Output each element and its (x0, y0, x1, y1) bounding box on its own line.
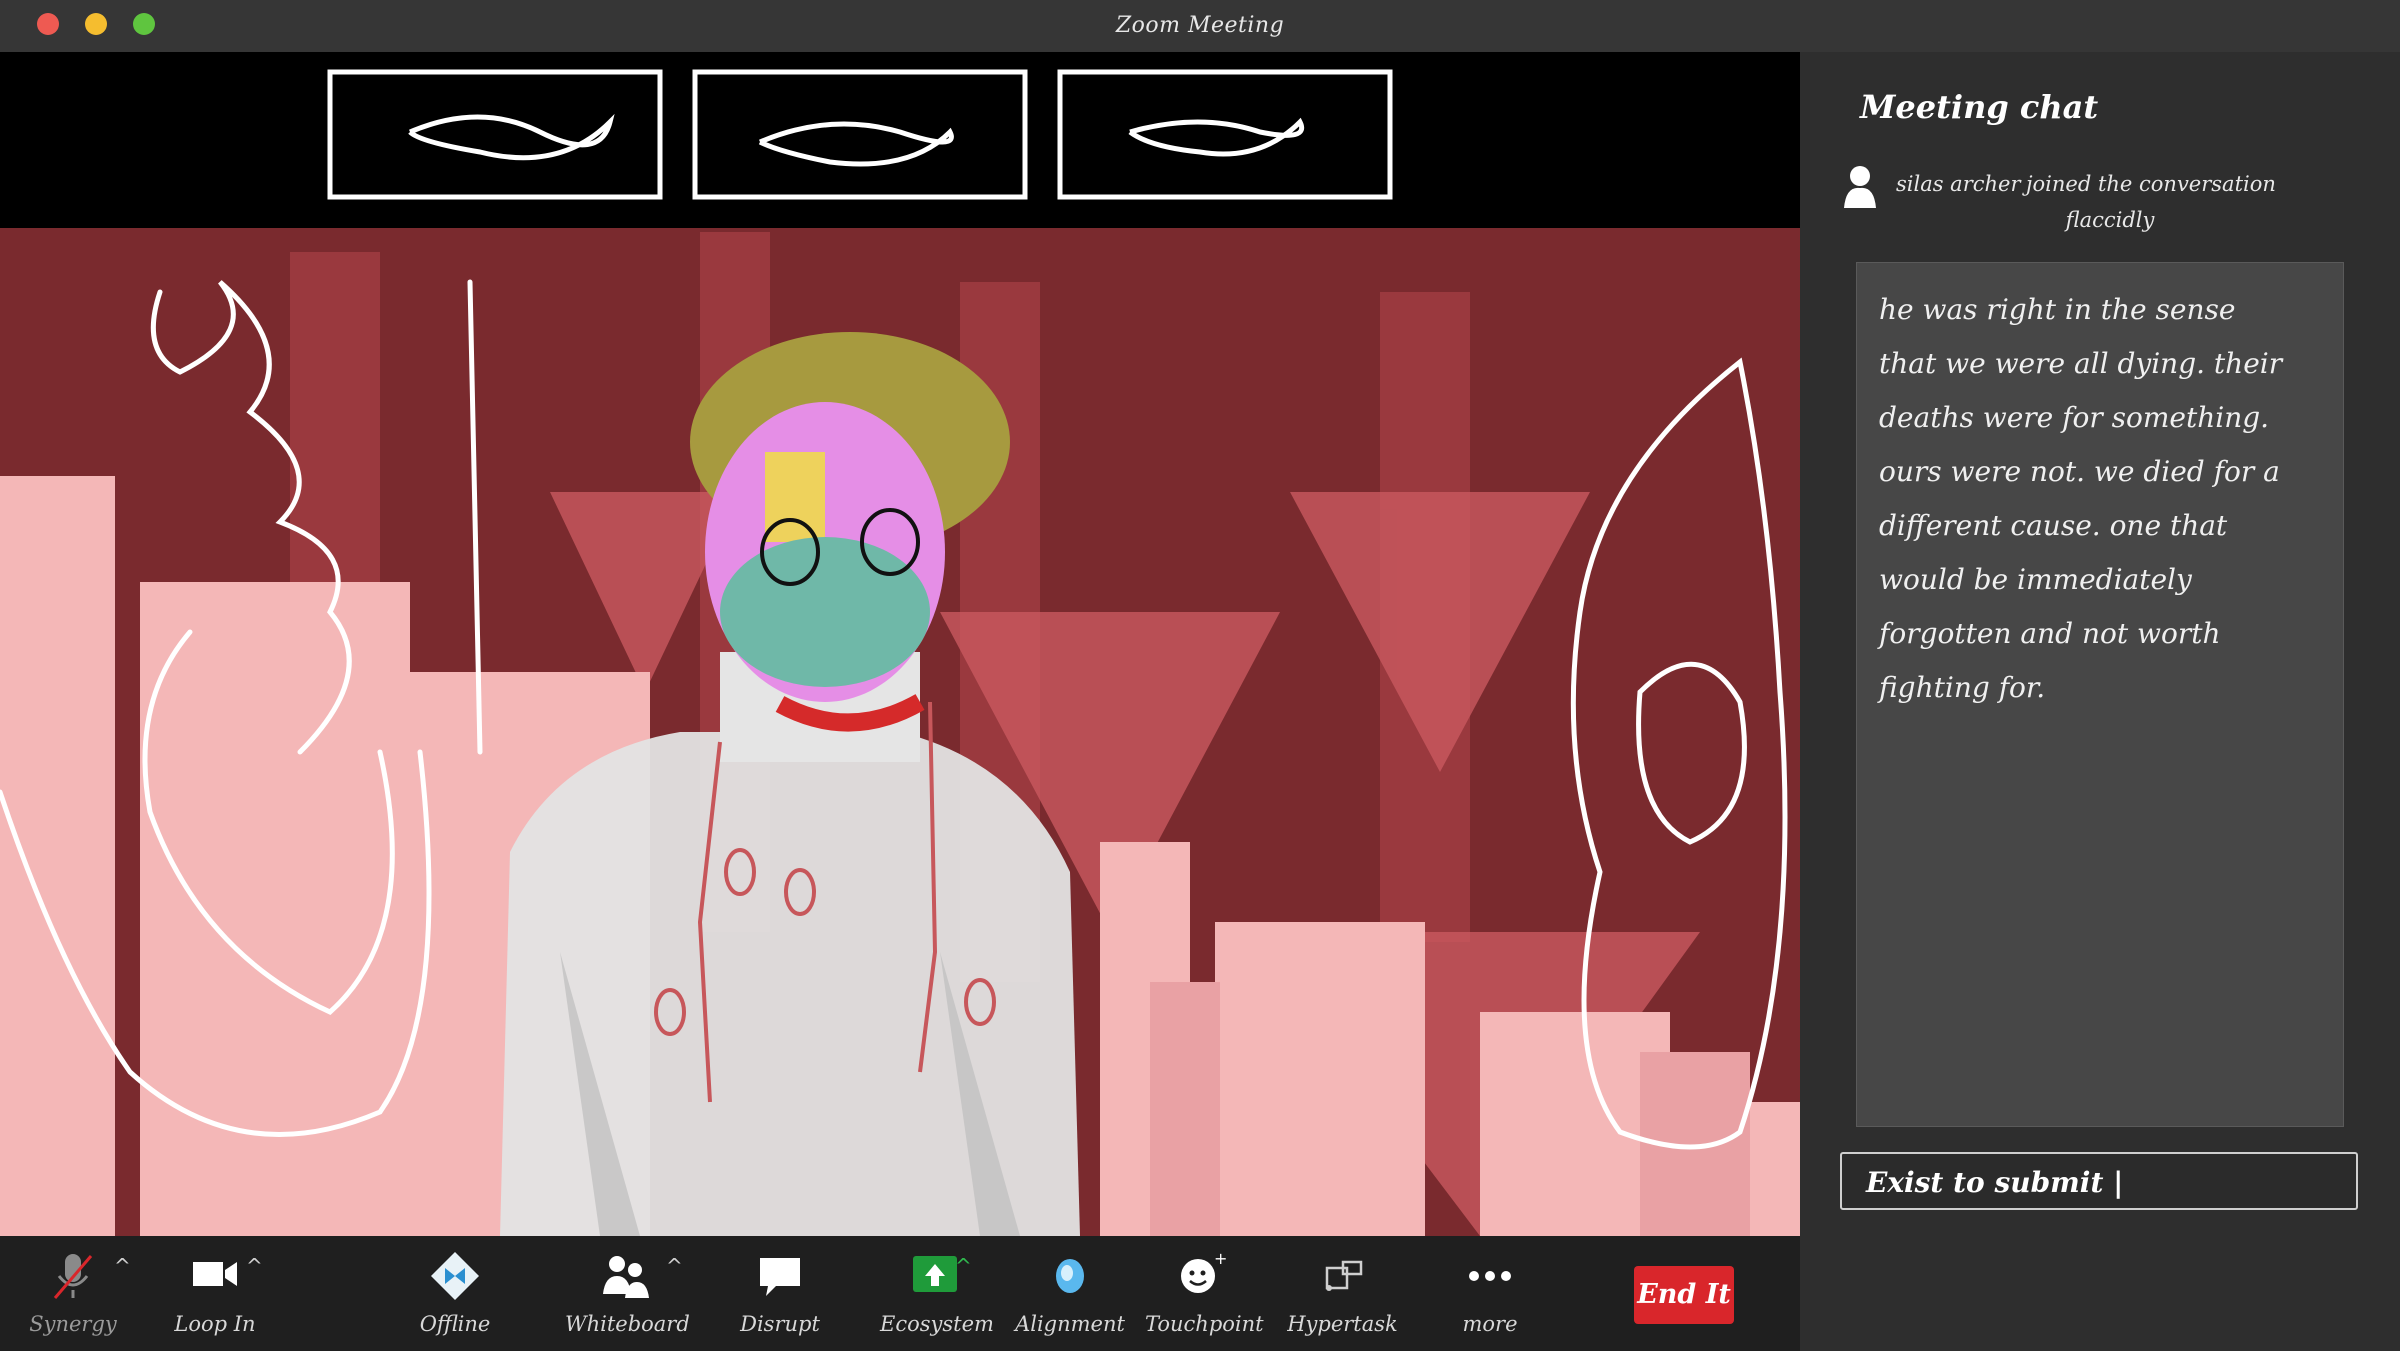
chat-input[interactable]: Exist to submit | (1840, 1152, 2358, 1210)
chat-panel: Meeting chat silas archer joined the con… (1800, 52, 2400, 1351)
bow-tie-icon (431, 1252, 479, 1300)
svg-text:+: + (1214, 1249, 1227, 1268)
chat-input-value: Exist to submit | (1866, 1166, 2124, 1199)
user-icon (1844, 166, 1876, 208)
ecosystem-button[interactable]: Ecosystem (880, 1246, 994, 1336)
chevron-up-icon[interactable]: ^ (114, 1254, 131, 1278)
chat-message: he was right in the sense that we were a… (1856, 262, 2344, 1127)
message-line: different cause. one that (1879, 509, 2228, 542)
video-camera-icon (193, 1262, 237, 1286)
message-line: would be immediately (1879, 563, 2192, 596)
video-illustration (0, 52, 1800, 1236)
offline-button[interactable]: Offline (410, 1246, 500, 1336)
chat-message-text: he was right in the sense that we were a… (1879, 283, 2334, 715)
chevron-up-icon[interactable]: ^ (955, 1254, 972, 1278)
disrupt-button[interactable]: Disrupt (735, 1246, 825, 1336)
chat-bubble-icon (760, 1258, 800, 1296)
synergy-button[interactable]: Synergy (28, 1246, 118, 1336)
more-button[interactable]: more (1445, 1246, 1535, 1336)
alignment-label: Alignment (1015, 1312, 1125, 1336)
message-line: he was right in the sense (1879, 293, 2236, 326)
end-meeting-button[interactable]: End It (1634, 1266, 1734, 1324)
ecosystem-label: Ecosystem (880, 1312, 994, 1336)
microphone-muted-icon (53, 1254, 93, 1299)
message-line: ours were not. we died for a (1879, 455, 2280, 488)
apps-icon (1325, 1260, 1362, 1291)
join-user-name: silas archer (1896, 172, 2021, 196)
touchpoint-label: Touchpoint (1145, 1312, 1264, 1336)
join-adverb: flaccidly (2065, 208, 2155, 232)
join-event: silas archer joined the conversation fla… (1840, 162, 2380, 232)
more-label: more (1462, 1312, 1518, 1336)
chevron-up-icon[interactable]: ^ (666, 1254, 683, 1278)
synergy-label: Synergy (29, 1312, 117, 1336)
message-line: deaths were for something. (1879, 401, 2270, 434)
video-area (0, 52, 1800, 1236)
more-dots-icon (1469, 1271, 1511, 1281)
hypertask-label: Hypertask (1287, 1312, 1398, 1336)
chevron-up-icon[interactable]: ^ (246, 1254, 263, 1278)
title-bar: Zoom Meeting (0, 0, 2400, 52)
touchpoint-button[interactable]: + Touchpoint (1145, 1246, 1264, 1336)
hypertask-button[interactable]: Hypertask (1285, 1246, 1400, 1336)
window-title: Zoom Meeting (1115, 13, 1285, 38)
reaction-icon: + (1181, 1249, 1227, 1293)
alignment-button[interactable]: Alignment (1015, 1246, 1125, 1336)
droplet-icon (1056, 1259, 1084, 1293)
message-line: that we were all dying. their (1879, 347, 2283, 380)
meeting-toolbar: Synergy ^ Loop In ^ Offline Whiteboard ^ (0, 1236, 1800, 1351)
participants-icon (603, 1256, 649, 1298)
loop-in-label: Loop In (174, 1312, 256, 1336)
chat-title: Meeting chat (1860, 88, 2099, 126)
message-line: fighting for. (1879, 671, 2046, 704)
whiteboard-label: Whiteboard (565, 1312, 690, 1336)
offline-label: Offline (419, 1312, 491, 1336)
join-text: joined the conversation (2026, 172, 2276, 196)
disrupt-label: Disrupt (740, 1312, 820, 1336)
message-line: forgotten and not worth (1879, 617, 2221, 650)
